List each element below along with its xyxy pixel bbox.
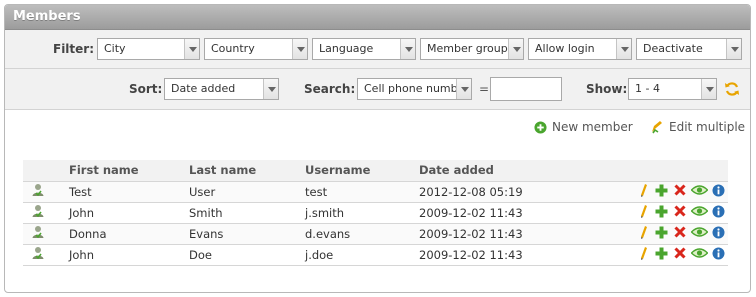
last-name-cell: Smith bbox=[189, 202, 305, 224]
filter-label: Filter: bbox=[53, 42, 95, 56]
filter-country-value: Country bbox=[211, 42, 255, 55]
username-cell: j.doe bbox=[305, 244, 419, 266]
column-header-first-name[interactable]: First name bbox=[69, 160, 189, 182]
edit-multiple-icon bbox=[652, 121, 662, 134]
username-cell: d.evans bbox=[305, 223, 419, 245]
edit-multiple-link[interactable]: Edit multiple bbox=[650, 120, 745, 134]
table-row[interactable]: John Doe j.doe 2009-12-02 11:43 bbox=[23, 244, 728, 266]
first-name-cell: John bbox=[69, 244, 189, 266]
date-added-cell: 2009-12-02 11:43 bbox=[419, 202, 619, 224]
table-row[interactable]: Donna Evans d.evans 2009-12-02 11:43 bbox=[23, 223, 728, 245]
new-member-label: New member bbox=[552, 120, 633, 134]
edit-multiple-label: Edit multiple bbox=[669, 120, 746, 134]
last-name-cell: User bbox=[189, 181, 305, 203]
add-plus-icon[interactable] bbox=[654, 183, 669, 198]
username-cell: test bbox=[305, 181, 419, 203]
delete-x-icon[interactable] bbox=[672, 225, 687, 240]
filter-deactivate-value: Deactivate bbox=[643, 42, 703, 55]
info-icon[interactable] bbox=[711, 204, 726, 219]
sort-search-bar: Sort: Date added Search: Cell phone numb… bbox=[5, 69, 750, 110]
search-field-value: Cell phone number bbox=[364, 82, 469, 95]
filter-city-select[interactable]: City bbox=[97, 38, 200, 60]
sort-select[interactable]: Date added bbox=[164, 78, 279, 100]
add-plus-icon[interactable] bbox=[654, 225, 669, 240]
column-header-icon bbox=[23, 160, 69, 182]
show-select[interactable]: 1 - 4 bbox=[628, 78, 717, 100]
table-row[interactable]: Test User test 2012-12-08 05:19 bbox=[23, 181, 728, 203]
sort-value: Date added bbox=[171, 82, 236, 95]
table-row[interactable]: John Smith j.smith 2009-12-02 11:43 bbox=[23, 202, 728, 224]
chevron-down-icon bbox=[263, 79, 278, 99]
user-icon bbox=[32, 184, 44, 197]
filter-language-value: Language bbox=[319, 42, 374, 55]
filter-allow-login-value: Allow login bbox=[535, 42, 595, 55]
column-header-username[interactable]: Username bbox=[305, 160, 419, 182]
filter-member-groups-select[interactable]: Member groups bbox=[420, 38, 524, 60]
chevron-down-icon bbox=[726, 39, 741, 59]
delete-x-icon[interactable] bbox=[672, 204, 687, 219]
show-value: 1 - 4 bbox=[635, 82, 660, 95]
view-eye-icon[interactable] bbox=[690, 225, 708, 240]
chevron-down-icon bbox=[400, 39, 415, 59]
info-icon[interactable] bbox=[711, 225, 726, 240]
chevron-down-icon bbox=[508, 39, 523, 59]
view-eye-icon[interactable] bbox=[690, 183, 708, 198]
user-icon bbox=[32, 226, 44, 239]
chevron-down-icon bbox=[701, 79, 716, 99]
chevron-down-icon bbox=[616, 39, 631, 59]
filter-language-select[interactable]: Language bbox=[312, 38, 416, 60]
edit-pencil-icon[interactable] bbox=[636, 246, 651, 261]
add-plus-icon[interactable] bbox=[654, 246, 669, 261]
search-operator: = bbox=[479, 82, 490, 96]
chevron-down-icon bbox=[456, 79, 471, 99]
show-label: Show: bbox=[586, 82, 628, 96]
view-eye-icon[interactable] bbox=[690, 246, 708, 261]
filter-country-select[interactable]: Country bbox=[204, 38, 308, 60]
panel-title: Members bbox=[5, 5, 750, 30]
date-added-cell: 2012-12-08 05:19 bbox=[419, 181, 619, 203]
info-icon[interactable] bbox=[711, 246, 726, 261]
sort-label: Sort: bbox=[129, 82, 163, 96]
user-icon bbox=[32, 205, 44, 218]
date-added-cell: 2009-12-02 11:43 bbox=[419, 244, 619, 266]
members-panel: Members Filter: City Country Language Me… bbox=[4, 4, 751, 293]
chevron-down-icon bbox=[184, 39, 199, 59]
filter-city-value: City bbox=[104, 42, 126, 55]
info-icon[interactable] bbox=[711, 183, 726, 198]
add-plus-icon[interactable] bbox=[654, 204, 669, 219]
view-eye-icon[interactable] bbox=[690, 204, 708, 219]
column-header-actions bbox=[619, 160, 728, 182]
first-name-cell: Test bbox=[69, 181, 189, 203]
last-name-cell: Evans bbox=[189, 223, 305, 245]
search-field-select[interactable]: Cell phone number bbox=[357, 78, 472, 100]
new-member-link[interactable]: New member bbox=[534, 120, 633, 134]
last-name-cell: Doe bbox=[189, 244, 305, 266]
add-circle-icon bbox=[534, 120, 547, 134]
refresh-icon[interactable] bbox=[724, 81, 740, 100]
search-input[interactable] bbox=[490, 77, 562, 101]
table-header-row: First name Last name Username Date added bbox=[23, 160, 728, 182]
filter-deactivate-select[interactable]: Deactivate bbox=[636, 38, 742, 60]
first-name-cell: Donna bbox=[69, 223, 189, 245]
column-header-last-name[interactable]: Last name bbox=[189, 160, 305, 182]
delete-x-icon[interactable] bbox=[672, 183, 687, 198]
column-header-date-added[interactable]: Date added bbox=[419, 160, 619, 182]
edit-pencil-icon[interactable] bbox=[636, 183, 651, 198]
edit-pencil-icon[interactable] bbox=[636, 225, 651, 240]
first-name-cell: John bbox=[69, 202, 189, 224]
delete-x-icon[interactable] bbox=[672, 246, 687, 261]
user-icon bbox=[32, 247, 44, 260]
filter-member-groups-value: Member groups bbox=[427, 42, 514, 55]
username-cell: j.smith bbox=[305, 202, 419, 224]
chevron-down-icon bbox=[292, 39, 307, 59]
date-added-cell: 2009-12-02 11:43 bbox=[419, 223, 619, 245]
members-table: First name Last name Username Date added… bbox=[23, 160, 728, 266]
edit-pencil-icon[interactable] bbox=[636, 204, 651, 219]
filter-allow-login-select[interactable]: Allow login bbox=[528, 38, 632, 60]
search-label: Search: bbox=[304, 82, 356, 96]
filter-bar: Filter: City Country Language Member gro… bbox=[5, 30, 750, 69]
